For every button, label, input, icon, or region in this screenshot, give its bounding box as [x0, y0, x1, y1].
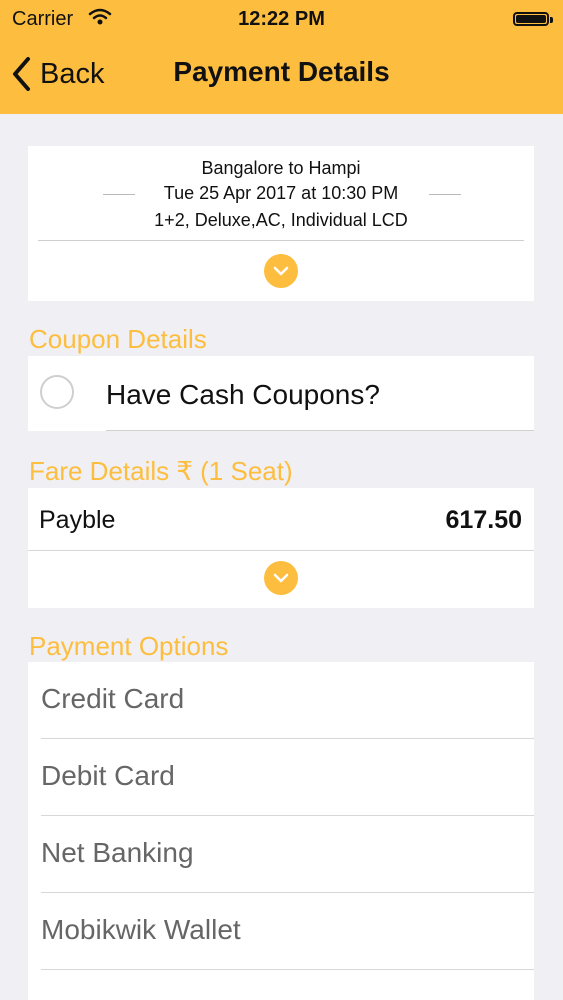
journey-expand-button[interactable]: [264, 254, 298, 288]
fare-section-title: Fare Details ₹ (1 Seat): [29, 456, 293, 486]
journey-divider: [38, 240, 524, 241]
payment-option-net-banking[interactable]: Net Banking: [28, 816, 534, 893]
battery-icon: [513, 12, 553, 26]
fare-expand-button[interactable]: [264, 561, 298, 595]
payment-option-label: Credit Card: [41, 683, 185, 714]
payable-amount: 617.50: [445, 506, 522, 534]
top-header: Carrier 12:22 PM Back Payment Details: [0, 0, 563, 114]
payment-option-label: Mobikwik Wallet: [41, 914, 241, 945]
payment-option-mobikwik-wallet[interactable]: Mobikwik Wallet: [28, 893, 534, 970]
status-time: 12:22 PM: [238, 8, 325, 30]
payable-label: Payble: [39, 506, 116, 534]
status-bar: Carrier 12:22 PM: [0, 0, 563, 38]
chevron-down-icon: [273, 573, 289, 583]
coupon-radio-button[interactable]: [40, 375, 74, 409]
page-title: Payment Details: [173, 56, 390, 87]
coupon-section-title: Coupon Details: [29, 324, 207, 354]
payment-option-label: Debit Card: [41, 760, 175, 791]
navigation-bar: Back Payment Details: [0, 38, 563, 114]
payment-options-list: Credit Card Debit Card Net Banking Mobik…: [28, 662, 534, 1000]
fare-card: Payble 617.50: [28, 488, 534, 608]
journey-summary-card: Bangalore to Hampi Tue 25 Apr 2017 at 10…: [28, 146, 534, 301]
bus-details: 1+2, Deluxe,AC, Individual LCD: [154, 210, 408, 230]
payment-option-credit-card[interactable]: Credit Card: [28, 662, 534, 739]
coupon-label: Have Cash Coupons?: [106, 379, 380, 410]
journey-route: Bangalore to Hampi: [201, 158, 361, 178]
payment-option-label: Net Banking: [41, 837, 194, 868]
coupon-card[interactable]: Have Cash Coupons?: [28, 356, 534, 431]
fare-divider: [28, 550, 534, 551]
chevron-down-icon: [273, 266, 289, 276]
payment-option-debit-card[interactable]: Debit Card: [28, 739, 534, 816]
payment-option-divider: [41, 969, 534, 970]
coupon-divider: [106, 430, 534, 431]
right-dash: [429, 194, 461, 195]
payment-section-title: Payment Options: [29, 631, 229, 661]
